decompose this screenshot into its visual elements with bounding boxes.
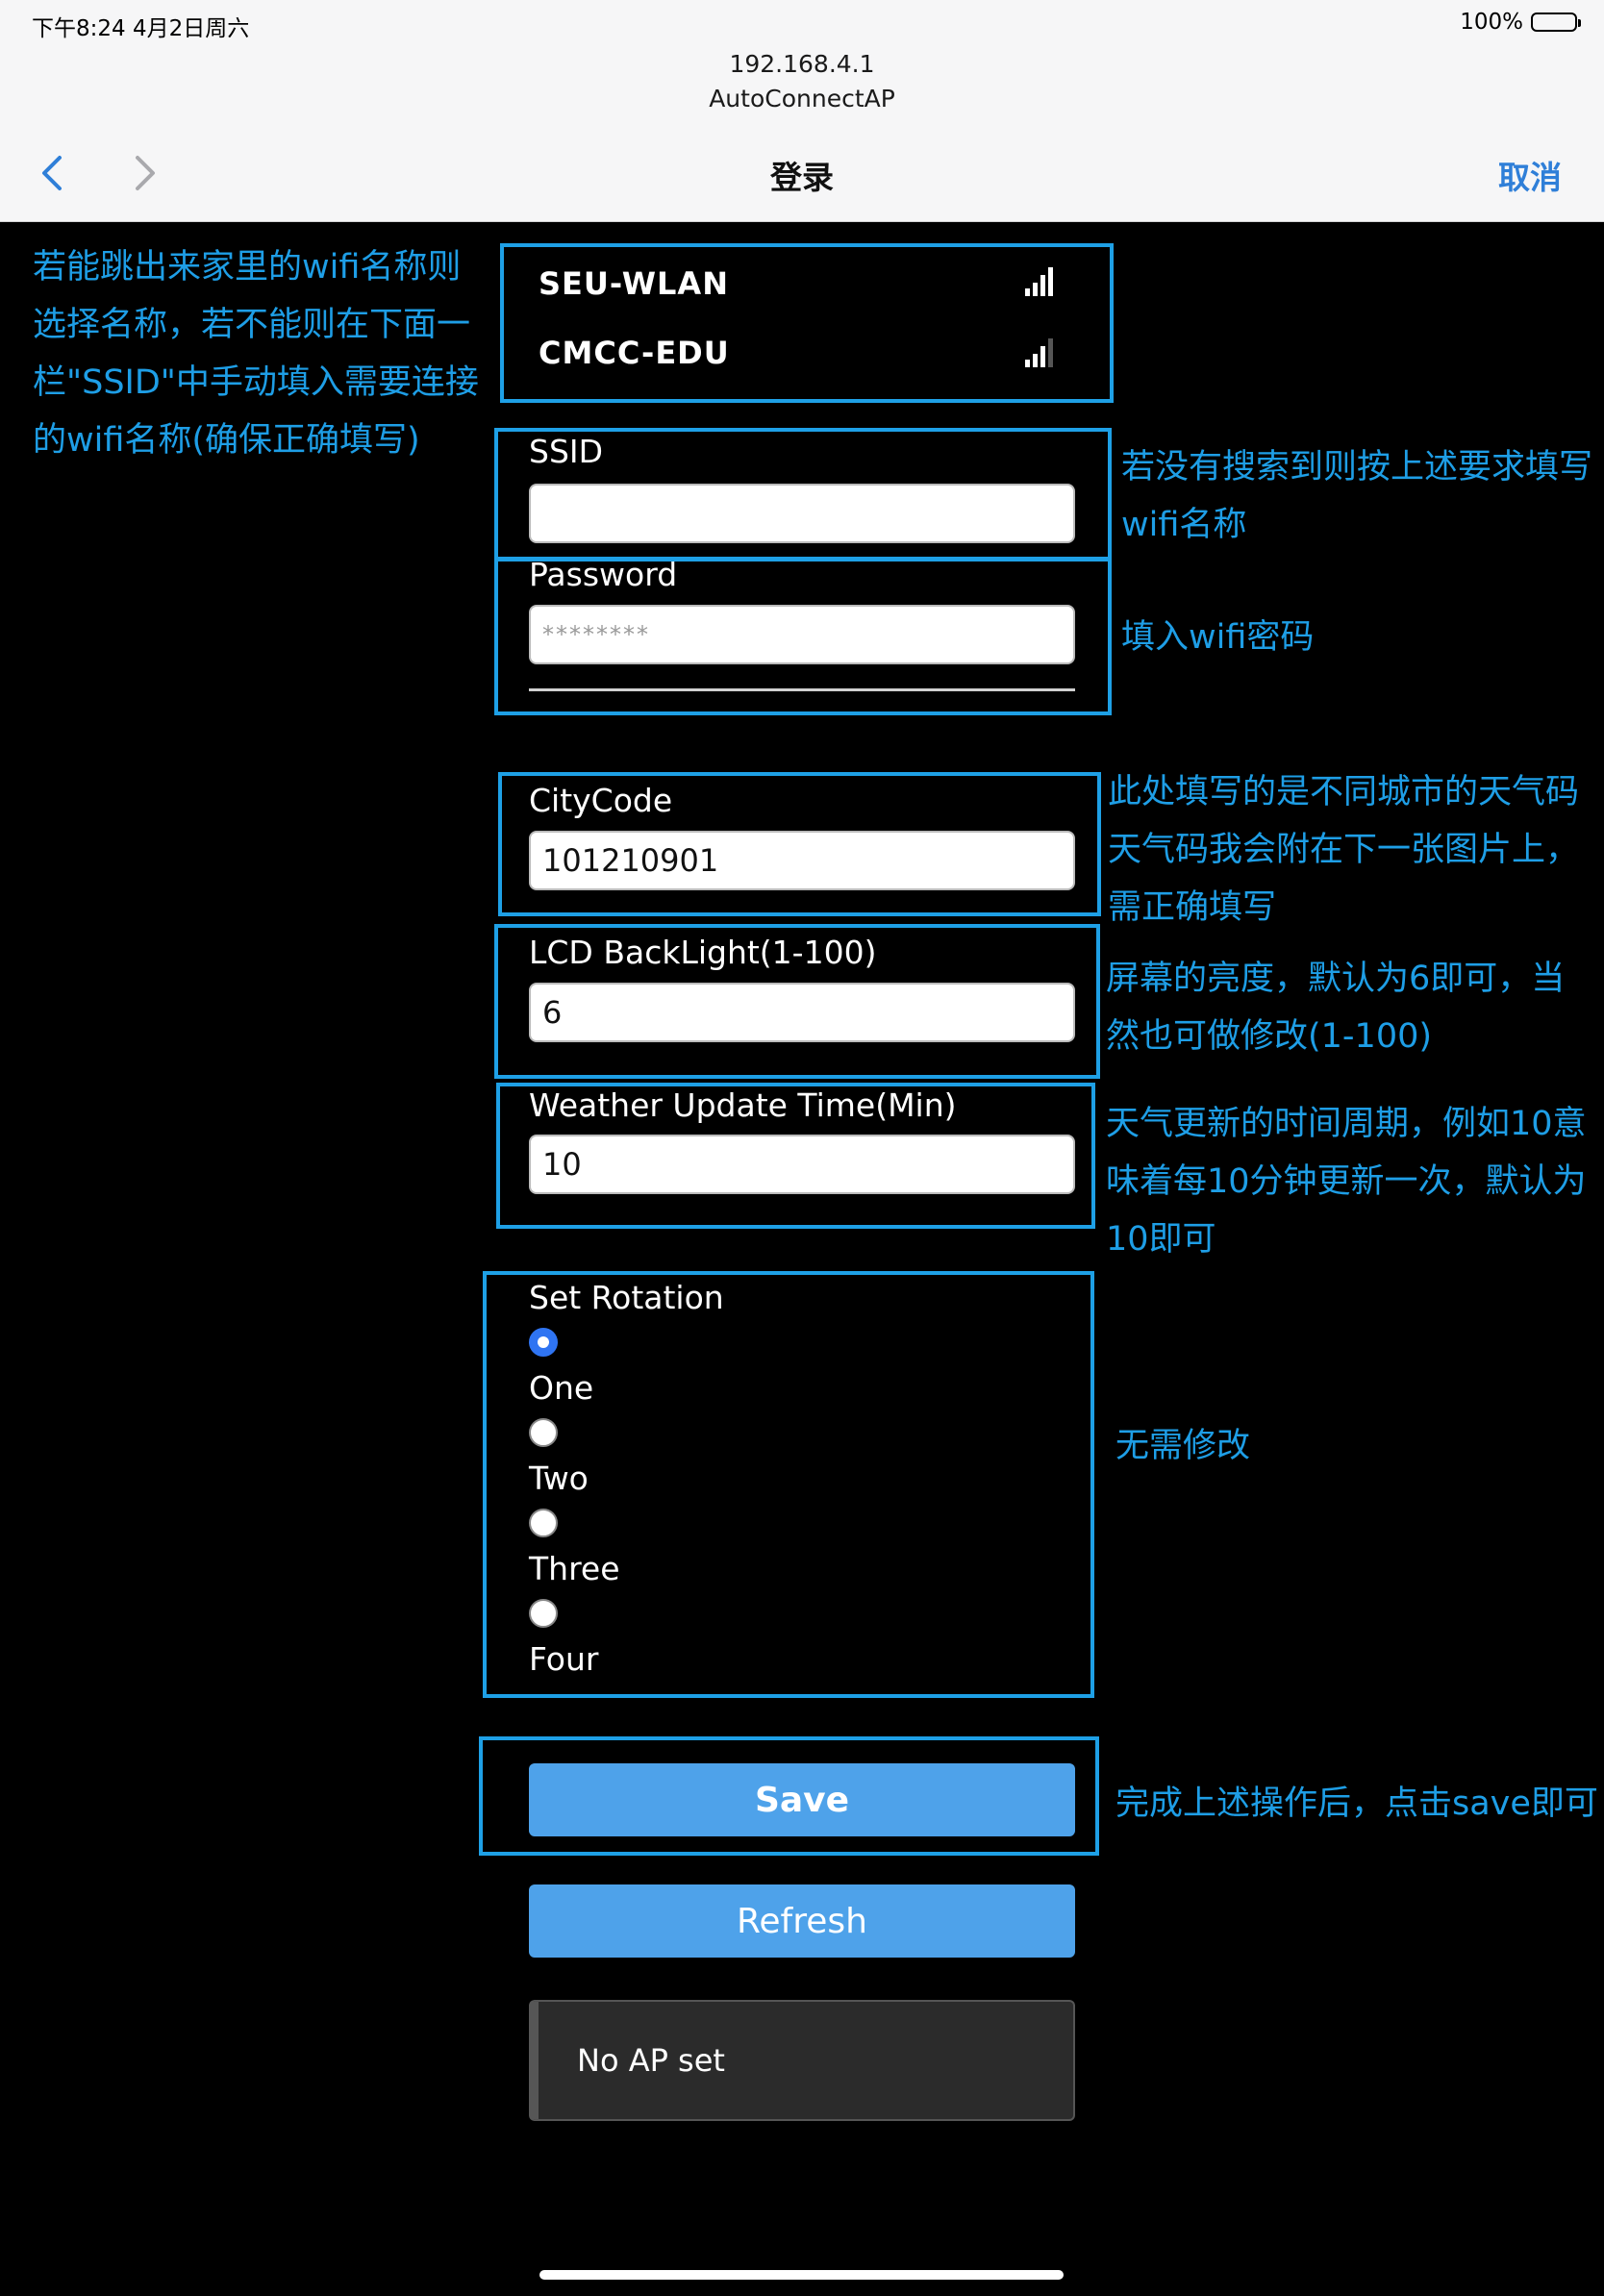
citycode-label: CityCode <box>529 782 673 819</box>
signal-strength-icon <box>1025 337 1058 367</box>
update-time-label: Weather Update Time(Min) <box>529 1086 957 1124</box>
rotation-radio-four[interactable] <box>529 1599 558 1628</box>
refresh-button[interactable]: Refresh <box>529 1884 1075 1958</box>
rotation-option-label: One <box>529 1369 594 1407</box>
password-input[interactable]: ******** <box>529 605 1075 664</box>
annotation-update-time: 天气更新的时间周期，例如10意 味着每10分钟更新一次，默认为 10即可 <box>1106 1105 1587 1259</box>
ssid-label: SSID <box>529 433 604 470</box>
rotation-option-label: Four <box>529 1640 599 1678</box>
annotation-network-select: 若能跳出来家里的wifi名称则 选择名称，若不能则在下面一 栏"SSID"中手动… <box>33 248 479 460</box>
annotation-ssid: 若没有搜索到则按上述要求填写 wifi名称 <box>1121 448 1593 544</box>
save-button[interactable]: Save <box>529 1763 1075 1836</box>
network-item-seu-wlan[interactable]: SEU-WLAN <box>539 265 729 302</box>
divider <box>529 688 1075 691</box>
battery-percent: 100% <box>1460 10 1523 35</box>
page-host-title: AutoConnectAP <box>709 85 895 112</box>
rotation-label: Set Rotation <box>529 1279 724 1316</box>
rotation-option-label: Three <box>529 1550 620 1587</box>
url-address[interactable]: 192.168.4.1 <box>0 50 1604 78</box>
backlight-label: LCD BackLight(1-100) <box>529 934 877 971</box>
password-label: Password <box>529 556 678 593</box>
status-message: No AP set <box>529 2000 1075 2121</box>
battery-icon <box>1531 12 1581 32</box>
update-time-input[interactable]: 10 <box>529 1135 1075 1194</box>
rotation-radio-two[interactable] <box>529 1418 558 1447</box>
annotation-rotation: 无需修改 <box>1115 1427 1251 1465</box>
annotation-citycode: 此处填写的是不同城市的天气码 天气码我会附在下一张图片上， 需正确填写 <box>1108 773 1580 927</box>
home-indicator[interactable] <box>539 2270 1064 2280</box>
ssid-input[interactable] <box>529 484 1075 543</box>
status-time: 下午8:24 4月2日周六 <box>32 16 250 41</box>
signal-strength-icon <box>1025 265 1058 296</box>
annotation-password: 填入wifi密码 <box>1121 618 1315 657</box>
rotation-radio-one[interactable] <box>529 1328 558 1357</box>
backlight-input[interactable]: 6 <box>529 983 1075 1042</box>
citycode-input[interactable]: 101210901 <box>529 831 1075 890</box>
network-item-cmcc-edu[interactable]: CMCC-EDU <box>539 335 730 371</box>
battery-indicator: 100% <box>1460 10 1581 35</box>
annotation-backlight: 屏幕的亮度，默认为6即可，当 然也可做修改(1-100) <box>1106 960 1566 1056</box>
browser-chrome: 下午8:24 4月2日周六 100% 192.168.4.1 AutoConne… <box>0 0 1604 222</box>
status-text: No AP set <box>577 2042 725 2079</box>
cancel-button[interactable]: 取消 <box>1498 152 1562 198</box>
rotation-radio-three[interactable] <box>529 1509 558 1537</box>
nav-title: 登录 <box>770 159 834 196</box>
annotation-save: 完成上述操作后，点击save即可 <box>1115 1784 1598 1823</box>
rotation-option-label: Two <box>529 1460 589 1497</box>
